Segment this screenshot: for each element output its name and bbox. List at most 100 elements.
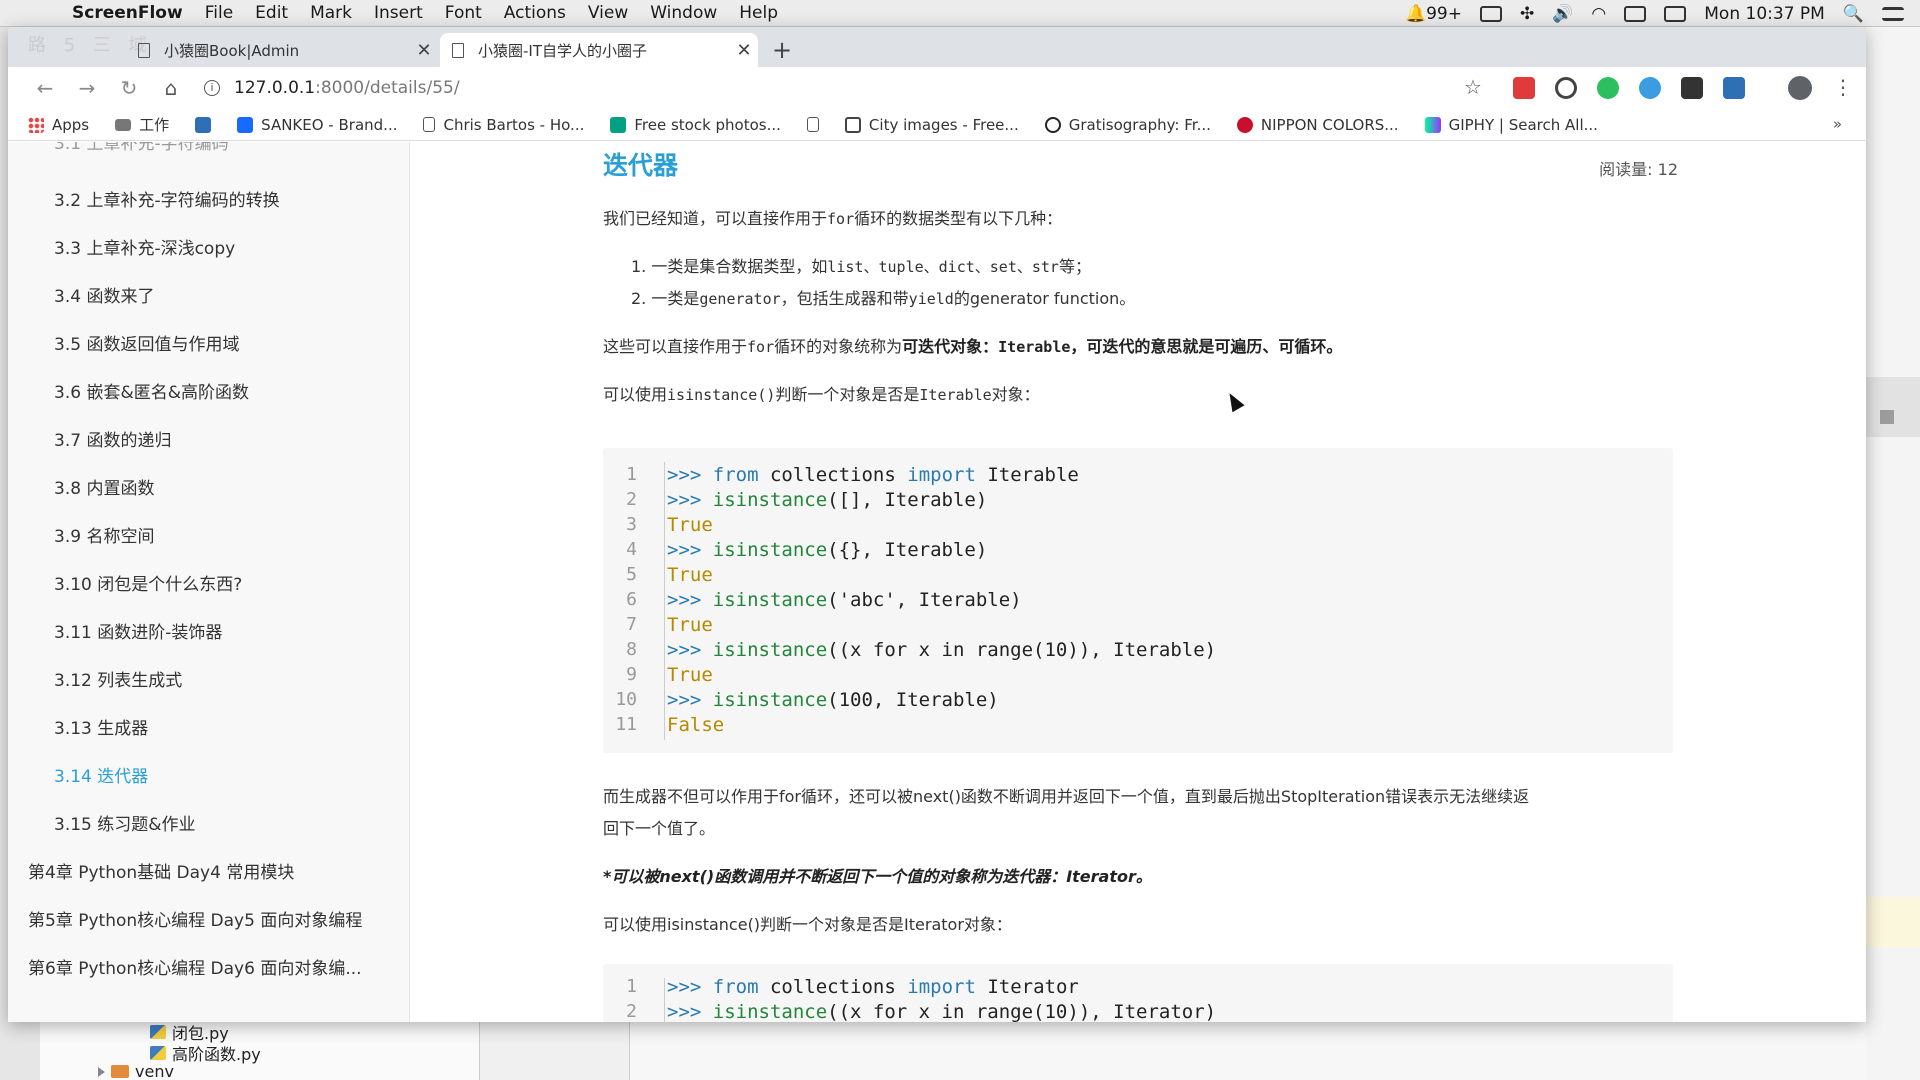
menu-actions[interactable]: Actions [504,3,566,23]
notification-bell-icon[interactable]: 🔔99+ [1405,4,1462,24]
ide-folder-item[interactable]: venv [98,1062,174,1080]
new-tab-button[interactable]: + [772,36,792,64]
sidebar-item[interactable]: 3.7 函数的递归 [54,426,171,451]
extension-fe-icon[interactable] [1513,77,1535,99]
bookmark-gratisography[interactable]: Gratisography: Fr... [1044,115,1211,134]
menu-edit[interactable]: Edit [255,3,288,23]
home-icon[interactable]: ⌂ [150,76,192,100]
extension-globe-icon[interactable] [1555,77,1577,99]
sidebar-item[interactable]: 3.3 上章补充-深浅copy [54,234,235,259]
menu-font[interactable]: Font [445,3,482,23]
sidebar-item[interactable]: 3.9 名称空间 [54,522,154,547]
line-number: 1 [626,464,637,485]
forward-arrow-icon[interactable]: → [66,76,108,100]
line-number: 2 [626,1001,637,1022]
notification-center-icon[interactable] [1882,6,1904,21]
browser-window: 路 5 三 域 小猿圈Book|Admin ✕ 小猿圈-IT自学人的小圈子 ✕ … [8,27,1866,1022]
menu-file[interactable]: File [205,3,233,23]
text-run: 一类是集合数据类型，如 [651,257,828,276]
text-run: 一类是 [651,289,700,308]
bookmark-pexels[interactable]: Free stock photos... [610,116,781,134]
bookmark-page[interactable] [806,117,819,132]
code-prompt: >>> [667,588,713,611]
translate-extension-icon[interactable] [1723,77,1745,99]
inline-code: for [747,338,775,356]
sidebar-item-active[interactable]: 3.14 迭代器 [54,762,148,787]
menu-window[interactable]: Window [650,3,717,23]
code-function: isinstance [712,488,828,511]
code-line: 2 >>> isinstance([], Iterable) [603,487,987,512]
clock[interactable]: Mon 10:37 PM [1704,4,1825,24]
bookmark-label: Apps [52,115,90,134]
volume-icon[interactable]: 🔊 [1552,4,1573,24]
menu-view[interactable]: View [588,3,628,23]
menu-insert[interactable]: Insert [374,3,423,23]
code-block-iterator: 1 >>> from collections import Iterator 2 >… [603,964,1673,1022]
expand-arrow-icon[interactable] [98,1066,105,1077]
sidebar-item[interactable]: 3.4 函数来了 [54,282,154,307]
bookmark-label: Gratisography: Fr... [1068,115,1211,134]
menu-app-name[interactable]: ScreenFlow [72,3,183,23]
sidebar-item[interactable]: 3.15 练习题&作业 [54,810,196,835]
s-app-icon[interactable] [1664,5,1687,22]
profile-avatar-icon[interactable] [1788,76,1812,100]
code-function: isinstance [712,538,828,561]
bookmark-sankeo[interactable]: SANKEO - Brand... [237,116,397,134]
code-line: 7 True [603,612,713,637]
tab-admin[interactable]: 小猿圈Book|Admin ✕ [126,33,438,67]
extension-dots-icon[interactable] [1681,77,1703,99]
menu-mark[interactable]: Mark [310,3,352,23]
sidebar-item[interactable]: 3.5 函数返回值与作用域 [54,330,239,355]
browser-menu-icon[interactable]: ⋮ [1833,75,1853,99]
bookmark-star-icon[interactable]: ☆ [1464,75,1482,99]
sidebar-item[interactable]: 3.8 内置函数 [54,474,154,499]
battery-icon[interactable] [1624,5,1647,22]
code-text: collections [758,975,908,998]
bookmark-nippon-colors[interactable]: NIPPON COLORS... [1236,116,1399,134]
close-tab-icon[interactable]: ✕ [410,40,438,61]
back-arrow-icon[interactable]: ← [24,76,66,100]
sidebar-chapter[interactable]: 第4章 Python基础 Day4 常用模块 [28,858,294,883]
screen-record-icon[interactable] [1480,5,1502,22]
line-number: 2 [626,489,637,510]
inline-code: list、tuple、dict、set、str [827,258,1059,276]
ide-editor-area [630,1020,1866,1080]
code-keyword: from [712,463,759,486]
menu-help[interactable]: Help [739,3,778,23]
sidebar-item[interactable]: 3.13 生成器 [54,714,148,739]
bookmarks-overflow-icon[interactable]: » [1833,115,1842,133]
bookmark-apps[interactable]: Apps [28,116,89,134]
bookmark-work-folder[interactable]: 工作 [115,114,169,135]
tab-xiaoyuanquan[interactable]: 小猿圈-IT自学人的小圈子 ✕ [440,33,758,67]
bluetooth-icon[interactable]: ✣ [1520,4,1534,24]
sidebar-item[interactable]: 3.12 列表生成式 [54,666,182,691]
code-text: Iterable [975,463,1079,486]
inline-code: generator [699,290,781,308]
sidebar-item-cut[interactable]: 3.1 上章补充-字符编码 [54,142,229,154]
extension-wave-icon[interactable] [1639,77,1661,99]
close-tab-icon[interactable]: ✕ [730,40,758,61]
sidebar-chapter[interactable]: 第5章 Python核心编程 Day5 面向对象编程 [28,906,362,931]
sidebar-item[interactable]: 3.2 上章补充-字符编码的转换 [54,186,280,211]
bookmark-giphy[interactable]: GIPHY | Search All... [1424,116,1598,134]
line-number: 11 [615,714,637,735]
bookmark-city-images[interactable]: City images - Free... [844,116,1019,134]
reload-icon[interactable]: ↻ [108,76,150,100]
sidebar-item[interactable]: 3.6 嵌套&匿名&高阶函数 [54,378,249,403]
sidebar-item[interactable]: 3.10 闭包是个什么东西? [54,570,242,595]
wifi-icon[interactable]: ◠ [1591,4,1606,24]
bookmark-mail[interactable] [195,116,212,133]
sidebar-chapter[interactable]: 第6章 Python核心编程 Day6 面向对象编... [28,954,362,979]
evernote-extension-icon[interactable] [1597,77,1619,99]
line-number: 9 [626,664,637,685]
address-bar[interactable]: i 127.0.0.1:8000/details/55/ [204,71,1484,105]
background-highlight [1866,897,1920,947]
code-text: Iterator [975,975,1079,998]
text-run: 可以使用isinstance()判断一个对象是否是Iterator对象： [603,915,1012,934]
background-window [1866,27,1920,1080]
spotlight-search-icon[interactable]: 🔍 [1843,4,1864,24]
sidebar-item[interactable]: 3.11 函数进阶-装饰器 [54,618,222,643]
bookmark-chris-bartos[interactable]: Chris Bartos - Ho... [423,116,584,134]
site-info-icon[interactable]: i [204,80,220,96]
ide-project-tree: 闭包.py 高阶函数.py venv [40,1020,480,1080]
